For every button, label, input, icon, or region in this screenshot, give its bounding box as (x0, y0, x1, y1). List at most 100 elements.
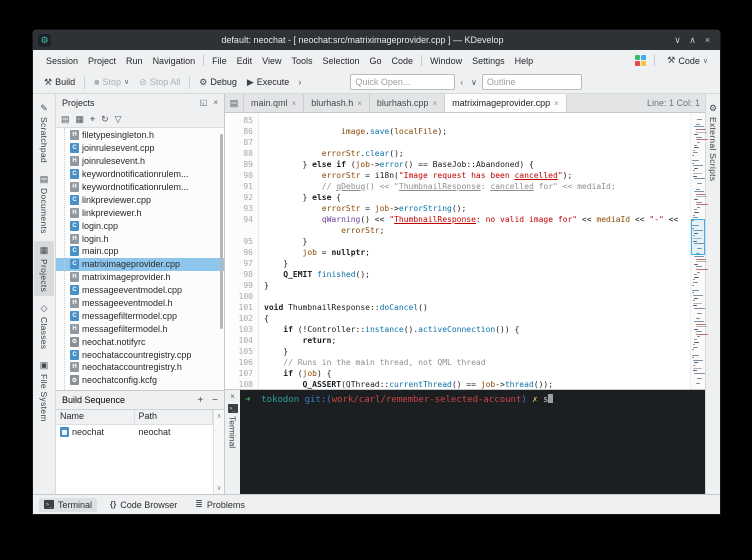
close-terminal-icon[interactable]: × (230, 392, 235, 401)
build-button[interactable]: ⚒ Build (40, 75, 79, 90)
project-file-item[interactable]: Cmessagefiltermodel.cpp (56, 309, 224, 322)
project-file-item[interactable]: Hjoinrulesevent.h (56, 155, 224, 168)
code-token (264, 226, 341, 235)
maximize-button[interactable]: ∧ (685, 35, 700, 46)
project-file-list[interactable]: Hfiletypesingleton.hCjoinrulesevent.cppH… (56, 128, 224, 390)
toolbar-overflow-button[interactable]: › (295, 77, 304, 87)
sidebar-tab-file-system[interactable]: ▣File System (34, 356, 54, 426)
menu-item-view[interactable]: View (257, 53, 286, 69)
overview-icon[interactable]: ▤ (61, 114, 70, 125)
project-file-item[interactable]: Hmessagefiltermodel.h (56, 322, 224, 335)
sidebar-tab-external-scripts[interactable]: ⚙External Scripts (706, 99, 720, 185)
targets-icon[interactable]: ▦ (76, 114, 85, 125)
code-text-area[interactable]: image.save(localFile); errorStr.clear();… (259, 113, 690, 389)
float-panel-icon[interactable]: ◱ (200, 98, 208, 107)
menu-item-run[interactable]: Run (121, 53, 148, 69)
build-sequence-row[interactable]: ▦neochatneochat (56, 425, 213, 439)
statusbar-toggle-terminal[interactable]: >_Terminal (39, 498, 97, 512)
close-panel-icon[interactable]: × (213, 98, 218, 107)
terminal-output[interactable]: ➜ tokodon git:(work/carl/remember-select… (240, 390, 705, 494)
move-down-button[interactable]: ∨ (216, 484, 221, 492)
session-grid-icon[interactable] (635, 55, 646, 66)
project-file-item[interactable]: Hneochataccountregistry.h (56, 361, 224, 374)
project-file-item[interactable]: ⚙neochat.notifyrc (56, 335, 224, 348)
menu-item-edit[interactable]: Edit (232, 53, 258, 69)
project-file-item[interactable]: Hmatriximageprovider.h (56, 271, 224, 284)
outline-input[interactable] (482, 74, 582, 90)
minimap-scrollbar[interactable] (690, 113, 705, 389)
sidebar-tab-classes[interactable]: ◇Classes (34, 299, 54, 353)
stop-all-button[interactable]: ⊘ Stop All (135, 75, 184, 90)
project-file-item[interactable]: Clinkpreviewer.cpp (56, 193, 224, 206)
toolbar-separator (84, 76, 85, 89)
project-file-item[interactable]: ⚙neochatconfig.kcfg (56, 374, 224, 387)
sidebar-tab-scratchpad[interactable]: ✎Scratchpad (34, 99, 54, 167)
project-file-item[interactable]: Cmain.cpp (56, 245, 224, 258)
sidebar-tab-label: Classes (39, 317, 49, 349)
tab-close-icon[interactable]: × (432, 99, 437, 108)
document-switcher-icon[interactable]: ▤ (225, 94, 244, 112)
titlebar[interactable]: ⚙ default: neochat - [ neochat:src/matri… (33, 30, 720, 50)
area-switcher-button[interactable]: ⚒ Code ∨ (663, 53, 712, 68)
projects-scrollbar[interactable] (220, 134, 223, 329)
project-file-item[interactable]: Hkeywordnotificationrulem... (56, 181, 224, 194)
menu-item-tools[interactable]: Tools (286, 53, 317, 69)
remove-button[interactable]: − (212, 395, 218, 406)
code-token: } (264, 347, 288, 356)
minimap-line (696, 129, 706, 130)
menu-item-selection[interactable]: Selection (318, 53, 365, 69)
menu-item-project[interactable]: Project (83, 53, 121, 69)
sidebar-tab-label: Scratchpad (39, 117, 49, 163)
nav-dropdown-button[interactable]: ∨ (468, 76, 480, 89)
quick-open-input[interactable] (350, 74, 455, 90)
menu-item-window[interactable]: Window (425, 53, 467, 69)
close-button[interactable]: × (700, 35, 715, 45)
menu-item-help[interactable]: Help (510, 53, 539, 69)
code-editor[interactable]: 8586878889909192939495969798991001011021… (225, 113, 705, 389)
debug-button[interactable]: ⚙ Debug (195, 75, 241, 90)
tab-close-icon[interactable]: × (357, 99, 362, 108)
project-file-item[interactable]: Ckeywordnotificationrulem... (56, 168, 224, 181)
statusbar-toggle-code-browser[interactable]: {}Code Browser (105, 498, 182, 512)
menu-item-file[interactable]: File (207, 53, 232, 69)
project-file-item[interactable]: Cmessageeventmodel.cpp (56, 284, 224, 297)
project-file-item[interactable]: Hmessageeventmodel.h (56, 297, 224, 310)
move-up-button[interactable]: ∧ (216, 412, 221, 420)
editor-tab-blurhash-h[interactable]: blurhash.h× (304, 94, 370, 112)
minimize-button[interactable]: ∨ (670, 35, 685, 46)
tab-close-icon[interactable]: × (554, 99, 559, 108)
menu-item-navigation[interactable]: Navigation (148, 53, 201, 69)
sidebar-tab-projects[interactable]: ▦Projects (34, 241, 54, 296)
project-file-item[interactable]: Hfiletypesingleton.h (56, 129, 224, 142)
project-file-item[interactable]: Hlinkpreviewer.h (56, 206, 224, 219)
project-file-item[interactable]: Cneochataccountregistry.cpp (56, 348, 224, 361)
execute-button[interactable]: ▶ Execute (243, 75, 293, 90)
statusbar-toggle-problems[interactable]: ≣Problems (190, 497, 250, 512)
minimap-viewport[interactable] (691, 219, 705, 255)
code-token: : no valid image for" (476, 215, 577, 224)
add-button[interactable]: + (197, 395, 203, 406)
menu-item-session[interactable]: Session (41, 53, 83, 69)
menu-item-code[interactable]: Code (387, 53, 419, 69)
stop-button[interactable]: ■ Stop ∨ (90, 75, 133, 89)
minimap-line (692, 181, 704, 182)
project-file-item[interactable]: Clogin.cpp (56, 219, 224, 232)
project-file-item[interactable]: Cjoinrulesevent.cpp (56, 142, 224, 155)
editor-tab-main-qml[interactable]: main.qml× (244, 94, 304, 112)
nav-back-button[interactable]: ‹ (457, 76, 466, 89)
menu-item-settings[interactable]: Settings (467, 53, 510, 69)
project-file-item[interactable]: Cmatriximageprovider.cpp (56, 258, 224, 271)
sidebar-tab-documents[interactable]: ▤Documents (34, 170, 54, 238)
status-bar: >_Terminal {}Code Browser ≣Problems (33, 494, 720, 514)
code-token: job (481, 380, 495, 389)
locate-icon[interactable]: ⌖ (90, 114, 95, 125)
minimap-line (696, 137, 703, 138)
menu-item-go[interactable]: Go (365, 53, 387, 69)
project-file-item[interactable]: Hlogin.h (56, 232, 224, 245)
file-type-icon: C (70, 195, 79, 205)
editor-tab-matriximageprovider-cpp[interactable]: matriximageprovider.cpp× (445, 94, 567, 112)
tab-close-icon[interactable]: × (292, 99, 297, 108)
filter-icon[interactable]: ▽ (115, 114, 122, 125)
refresh-icon[interactable]: ↻ (101, 114, 109, 125)
editor-tab-blurhash-cpp[interactable]: blurhash.cpp× (370, 94, 445, 112)
